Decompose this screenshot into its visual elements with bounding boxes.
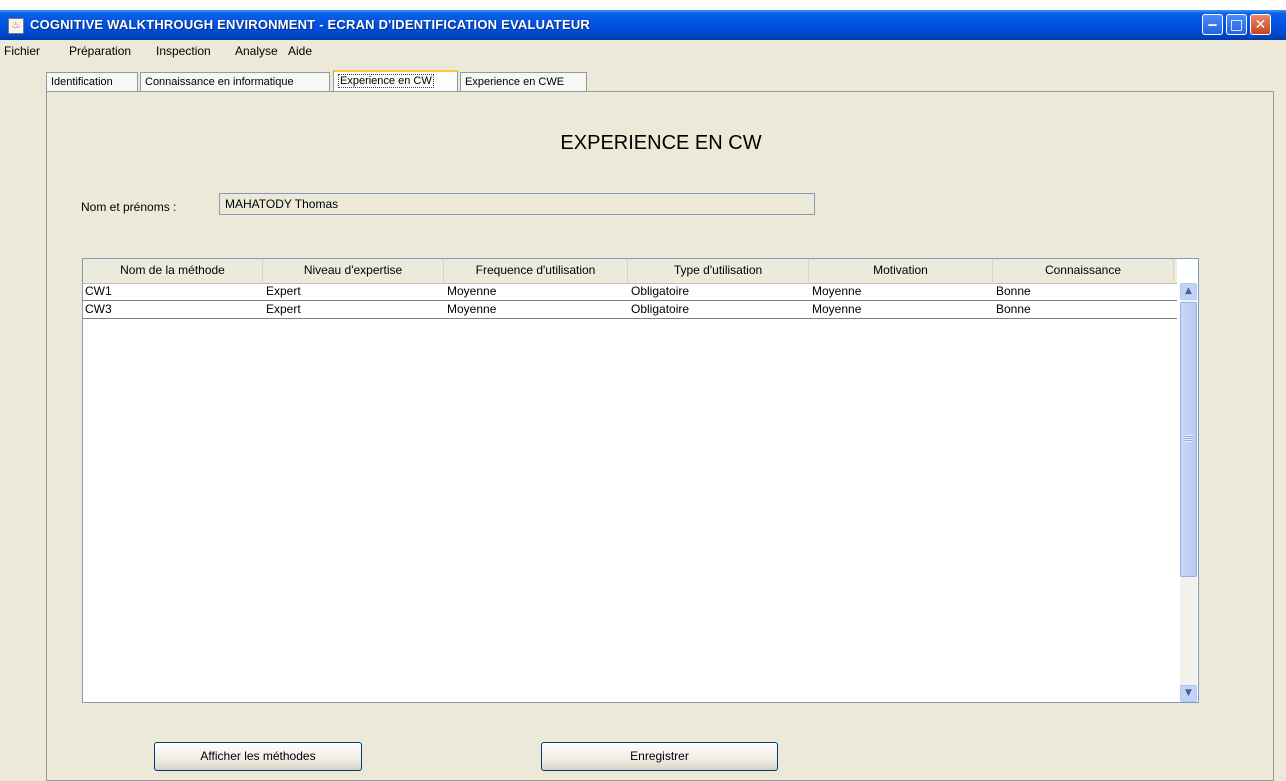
table-cell: Obligatoire	[631, 284, 690, 298]
vertical-scrollbar[interactable]: ▲ ▼	[1180, 283, 1197, 702]
tab-experience-cw[interactable]: Experience en CW	[333, 70, 458, 92]
table-cell: CW1	[85, 284, 112, 298]
table-header: Nom de la méthode Niveau d'expertise Fre…	[83, 259, 1177, 284]
close-icon: ✕	[1254, 17, 1267, 33]
column-header[interactable]: Niveau d'expertise	[263, 259, 444, 282]
table-cell: Moyenne	[447, 284, 497, 298]
column-header[interactable]: Type d'utilisation	[628, 259, 809, 282]
minimize-button[interactable]: ‒	[1202, 14, 1223, 35]
column-header[interactable]: Nom de la méthode	[83, 259, 263, 282]
grip-icon	[1185, 435, 1193, 442]
menu-bar: Fichier Préparation Inspection Analyse A…	[0, 40, 1286, 62]
tab-experience-cwe[interactable]: Experience en CWE	[460, 72, 587, 91]
close-button[interactable]: ✕	[1250, 14, 1271, 35]
show-methods-button[interactable]: Afficher les méthodes	[154, 742, 362, 771]
scroll-up-button[interactable]: ▲	[1180, 283, 1197, 300]
maximize-button[interactable]: □	[1226, 14, 1247, 35]
name-label: Nom et prénoms :	[81, 200, 177, 214]
chevron-down-icon: ▼	[1185, 688, 1192, 698]
menu-aide[interactable]: Aide	[288, 44, 312, 58]
menu-inspection[interactable]: Inspection	[156, 44, 211, 58]
title-bar[interactable]: ♨ COGNITIVE WALKTHROUGH ENVIRONMENT - EC…	[0, 10, 1286, 40]
name-field[interactable]: MAHATODY Thomas	[219, 193, 815, 215]
table-cell: Bonne	[996, 284, 1031, 298]
maximize-icon: □	[1229, 17, 1244, 33]
scroll-thumb[interactable]	[1180, 302, 1197, 577]
table-row[interactable]: CW3 Expert Moyenne Obligatoire Moyenne B…	[83, 301, 1177, 319]
table-cell: Expert	[266, 284, 301, 298]
table-row[interactable]: CW1 Expert Moyenne Obligatoire Moyenne B…	[83, 283, 1177, 301]
menu-preparation[interactable]: Préparation	[69, 44, 131, 58]
table-cell: Bonne	[996, 302, 1031, 316]
methods-table[interactable]: Nom de la méthode Niveau d'expertise Fre…	[82, 258, 1199, 703]
table-cell: CW3	[85, 302, 112, 316]
table-cell: Moyenne	[812, 284, 862, 298]
minimize-icon: ‒	[1207, 17, 1218, 33]
table-cell: Moyenne	[812, 302, 862, 316]
scroll-down-button[interactable]: ▼	[1180, 685, 1197, 702]
menu-fichier[interactable]: Fichier	[4, 44, 40, 58]
table-cell: Obligatoire	[631, 302, 690, 316]
background-strip	[0, 0, 1286, 10]
table-cell: Moyenne	[447, 302, 497, 316]
chevron-up-icon: ▲	[1185, 286, 1192, 296]
tab-connaissance-informatique[interactable]: Connaissance en informatique	[140, 72, 330, 91]
java-cup-icon: ♨	[8, 18, 24, 34]
column-header[interactable]: Frequence d'utilisation	[444, 259, 628, 282]
tab-identification[interactable]: Identification	[46, 72, 138, 91]
menu-analyse[interactable]: Analyse	[235, 44, 278, 58]
column-header[interactable]: Connaissance	[993, 259, 1174, 282]
save-button[interactable]: Enregistrer	[541, 742, 778, 771]
page-title: EXPERIENCE EN CW	[560, 132, 762, 154]
window-title: COGNITIVE WALKTHROUGH ENVIRONMENT - ECRA…	[30, 17, 590, 32]
tab-panel: EXPERIENCE EN CW Nom et prénoms : MAHATO…	[46, 91, 1274, 781]
table-cell: Expert	[266, 302, 301, 316]
column-header[interactable]: Motivation	[809, 259, 993, 282]
